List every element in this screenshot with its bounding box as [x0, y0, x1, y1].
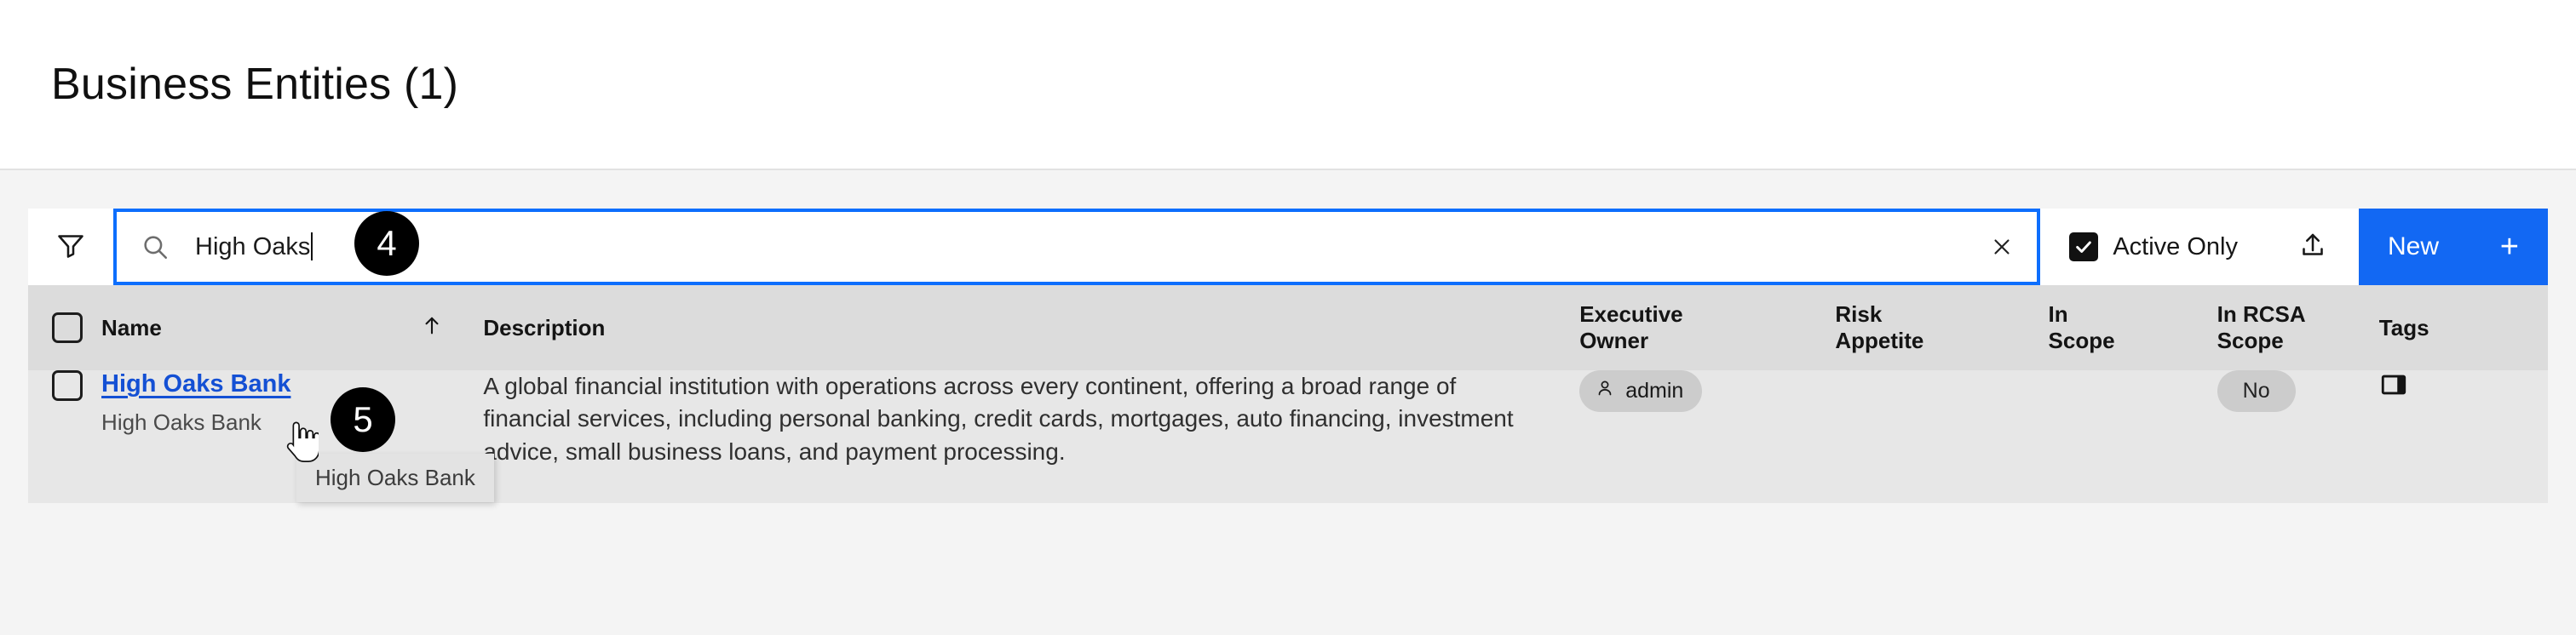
step-badge-4: 4	[354, 211, 419, 276]
column-header-in-rcsa-scope-line2: Scope	[2217, 328, 2284, 353]
column-header-name-label: Name	[101, 314, 162, 340]
column-header-in-scope-line2: Scope	[2048, 328, 2115, 353]
column-header-description-label: Description	[483, 314, 606, 340]
side-panel-toggle-icon[interactable]	[2379, 370, 2548, 399]
column-header-tags-label: Tags	[2378, 314, 2429, 340]
page-title: Business Entities (1)	[51, 60, 459, 109]
executive-owner-value: admin	[1625, 379, 1684, 403]
table-header-row: Name Description Executive Owner Risk Ap…	[28, 285, 2548, 370]
row-tags-cell	[2379, 370, 2548, 503]
select-all-checkbox[interactable]	[52, 312, 83, 343]
column-header-in-rcsa-scope[interactable]: In RCSA Scope	[2217, 285, 2379, 370]
column-header-executive-owner[interactable]: Executive Owner	[1579, 285, 1835, 370]
column-header-in-scope[interactable]: In Scope	[2049, 285, 2217, 370]
row-select-cell[interactable]	[28, 370, 101, 503]
search-input-value: High Oaks	[195, 233, 311, 260]
entity-description: A global financial institution with oper…	[483, 373, 1514, 465]
filter-funnel-icon	[55, 230, 86, 265]
executive-owner-chip[interactable]: admin	[1579, 370, 1703, 412]
plus-icon: +	[2499, 229, 2519, 265]
column-header-tags[interactable]: Tags	[2379, 285, 2548, 370]
search-icon	[141, 232, 170, 261]
row-risk-appetite-cell	[1835, 370, 2048, 503]
column-header-risk-appetite-line2: Appetite	[1835, 328, 1924, 353]
new-button[interactable]: New +	[2359, 209, 2548, 285]
active-only-checkbox[interactable]	[2069, 232, 2099, 261]
pointer-hand-cursor	[281, 421, 320, 470]
column-header-executive-owner-line1: Executive	[1579, 301, 1683, 328]
row-in-rcsa-scope-cell: No	[2217, 370, 2379, 503]
column-header-risk-appetite[interactable]: Risk Appetite	[1835, 285, 2048, 370]
active-only-label: Active Only	[2113, 232, 2238, 260]
upload-export-icon	[2297, 230, 2328, 265]
arrow-up-icon	[420, 313, 444, 343]
column-header-executive-owner-line2: Owner	[1579, 328, 1649, 353]
in-rcsa-scope-badge: No	[2217, 370, 2296, 412]
person-icon	[1595, 378, 1615, 404]
active-only-toggle[interactable]: Active Only	[2040, 209, 2267, 285]
row-executive-owner-cell: admin	[1579, 370, 1835, 503]
filter-button[interactable]	[28, 209, 113, 285]
entity-name-tooltip: High Oaks Bank	[296, 454, 494, 502]
column-header-description[interactable]: Description	[483, 285, 1579, 370]
select-all-header[interactable]	[28, 285, 101, 370]
text-caret	[311, 232, 313, 260]
row-select-checkbox[interactable]	[52, 370, 83, 401]
clear-search-button[interactable]	[1989, 234, 2015, 260]
column-header-name[interactable]: Name	[101, 285, 483, 370]
step-badge-5: 5	[331, 387, 395, 452]
column-header-risk-appetite-line1: Risk	[1835, 301, 1883, 328]
new-button-label: New	[2388, 232, 2440, 260]
row-in-scope-cell	[2049, 370, 2217, 503]
column-header-in-rcsa-scope-line1: In RCSA	[2217, 301, 2306, 328]
column-header-in-scope-line1: In	[2048, 301, 2068, 328]
entity-name-link[interactable]: High Oaks Bank	[101, 370, 290, 398]
page-header: Business Entities (1)	[0, 0, 2576, 170]
row-description-cell: A global financial institution with oper…	[483, 370, 1579, 503]
export-button[interactable]	[2267, 209, 2359, 285]
